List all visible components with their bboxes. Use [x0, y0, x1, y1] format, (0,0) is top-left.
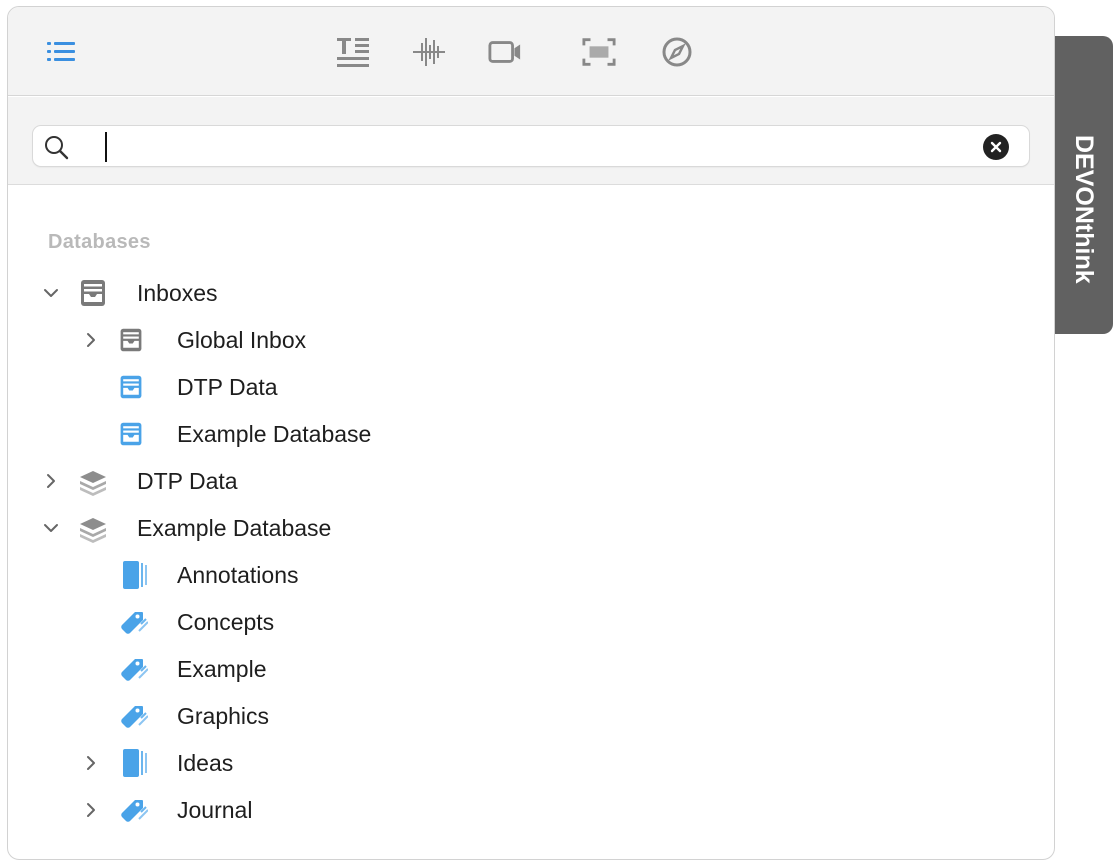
- tree-item[interactable]: Concepts: [8, 602, 1008, 642]
- tree-item[interactable]: Example Database: [8, 508, 1008, 548]
- group-folder-icon: [123, 561, 147, 589]
- toolbar: [8, 7, 1054, 96]
- tree-item-label: Journal: [177, 797, 253, 823]
- text-caret: [105, 132, 107, 162]
- chevron-down-icon[interactable]: [42, 519, 60, 537]
- inbox-tray-blue-icon: [120, 375, 142, 399]
- group-folder-icon: [123, 749, 147, 777]
- devonthink-side-tab[interactable]: DEVONthink: [1055, 36, 1113, 334]
- search-field[interactable]: [32, 125, 1030, 167]
- close-icon: [990, 141, 1002, 153]
- tree-item-label: Ideas: [177, 750, 234, 776]
- video-camera-icon: [488, 41, 521, 63]
- database-stack-icon: [80, 471, 106, 496]
- chevron-down-icon[interactable]: [42, 284, 60, 302]
- tree-item[interactable]: Graphics: [8, 696, 1008, 736]
- waveform-icon: [413, 38, 445, 66]
- tree-item[interactable]: Inboxes: [8, 273, 1008, 313]
- inbox-tray-blue-icon: [120, 422, 142, 446]
- clear-search-button[interactable]: [983, 134, 1009, 160]
- chevron-right-icon[interactable]: [82, 754, 100, 772]
- capture-button[interactable]: [582, 35, 616, 69]
- tree-item[interactable]: Journal: [8, 790, 1008, 830]
- tag-icon: [121, 800, 148, 822]
- side-tab-label: DEVONthink: [1070, 135, 1098, 284]
- tree-item-label: Concepts: [177, 609, 275, 635]
- list-view-button[interactable]: [44, 35, 78, 69]
- search-area: [8, 97, 1054, 185]
- tree-item-label: Inboxes: [137, 280, 218, 306]
- chevron-right-icon[interactable]: [42, 472, 60, 490]
- tree-item[interactable]: DTP Data: [8, 367, 1008, 407]
- tree-item-label: Example Database: [177, 421, 372, 447]
- audio-button[interactable]: [412, 35, 446, 69]
- tree-item-label: Example Database: [137, 515, 332, 541]
- database-stack-icon: [80, 518, 106, 543]
- tree-item-label: Graphics: [177, 703, 270, 729]
- tag-icon: [121, 612, 148, 634]
- tree-item-label: DTP Data: [137, 468, 238, 494]
- chevron-right-icon[interactable]: [82, 801, 100, 819]
- search-input[interactable]: [95, 132, 955, 160]
- text-button[interactable]: [336, 35, 370, 69]
- tree-item[interactable]: Ideas: [8, 743, 1008, 783]
- text-format-icon: [337, 38, 369, 67]
- tree-item-label: Global Inbox: [177, 327, 307, 353]
- sorter-panel: Databases Inboxes Global Inbox DTP Data Exa…: [7, 6, 1055, 860]
- tree-item[interactable]: DTP Data: [8, 461, 1008, 501]
- section-header-databases: Databases: [48, 231, 151, 253]
- video-button[interactable]: [488, 35, 522, 69]
- compass-icon: [662, 37, 692, 67]
- search-icon: [45, 136, 69, 160]
- tree-item[interactable]: Annotations: [8, 555, 1008, 595]
- tree-item-label: DTP Data: [177, 374, 278, 400]
- tag-icon: [121, 659, 148, 681]
- screen-capture-icon: [582, 38, 616, 66]
- inbox-tray-icon: [81, 280, 105, 306]
- tree-item[interactable]: Example: [8, 649, 1008, 689]
- chevron-right-icon[interactable]: [82, 331, 100, 349]
- tag-icon: [121, 706, 148, 728]
- tree-item[interactable]: Global Inbox: [8, 320, 1008, 360]
- web-button[interactable]: [660, 35, 694, 69]
- list-icon: [47, 42, 75, 61]
- tree-item-label: Example: [177, 656, 267, 682]
- tree-item-label: Annotations: [177, 562, 299, 588]
- tree-item[interactable]: Example Database: [8, 414, 1008, 454]
- inbox-tray-icon: [120, 328, 142, 352]
